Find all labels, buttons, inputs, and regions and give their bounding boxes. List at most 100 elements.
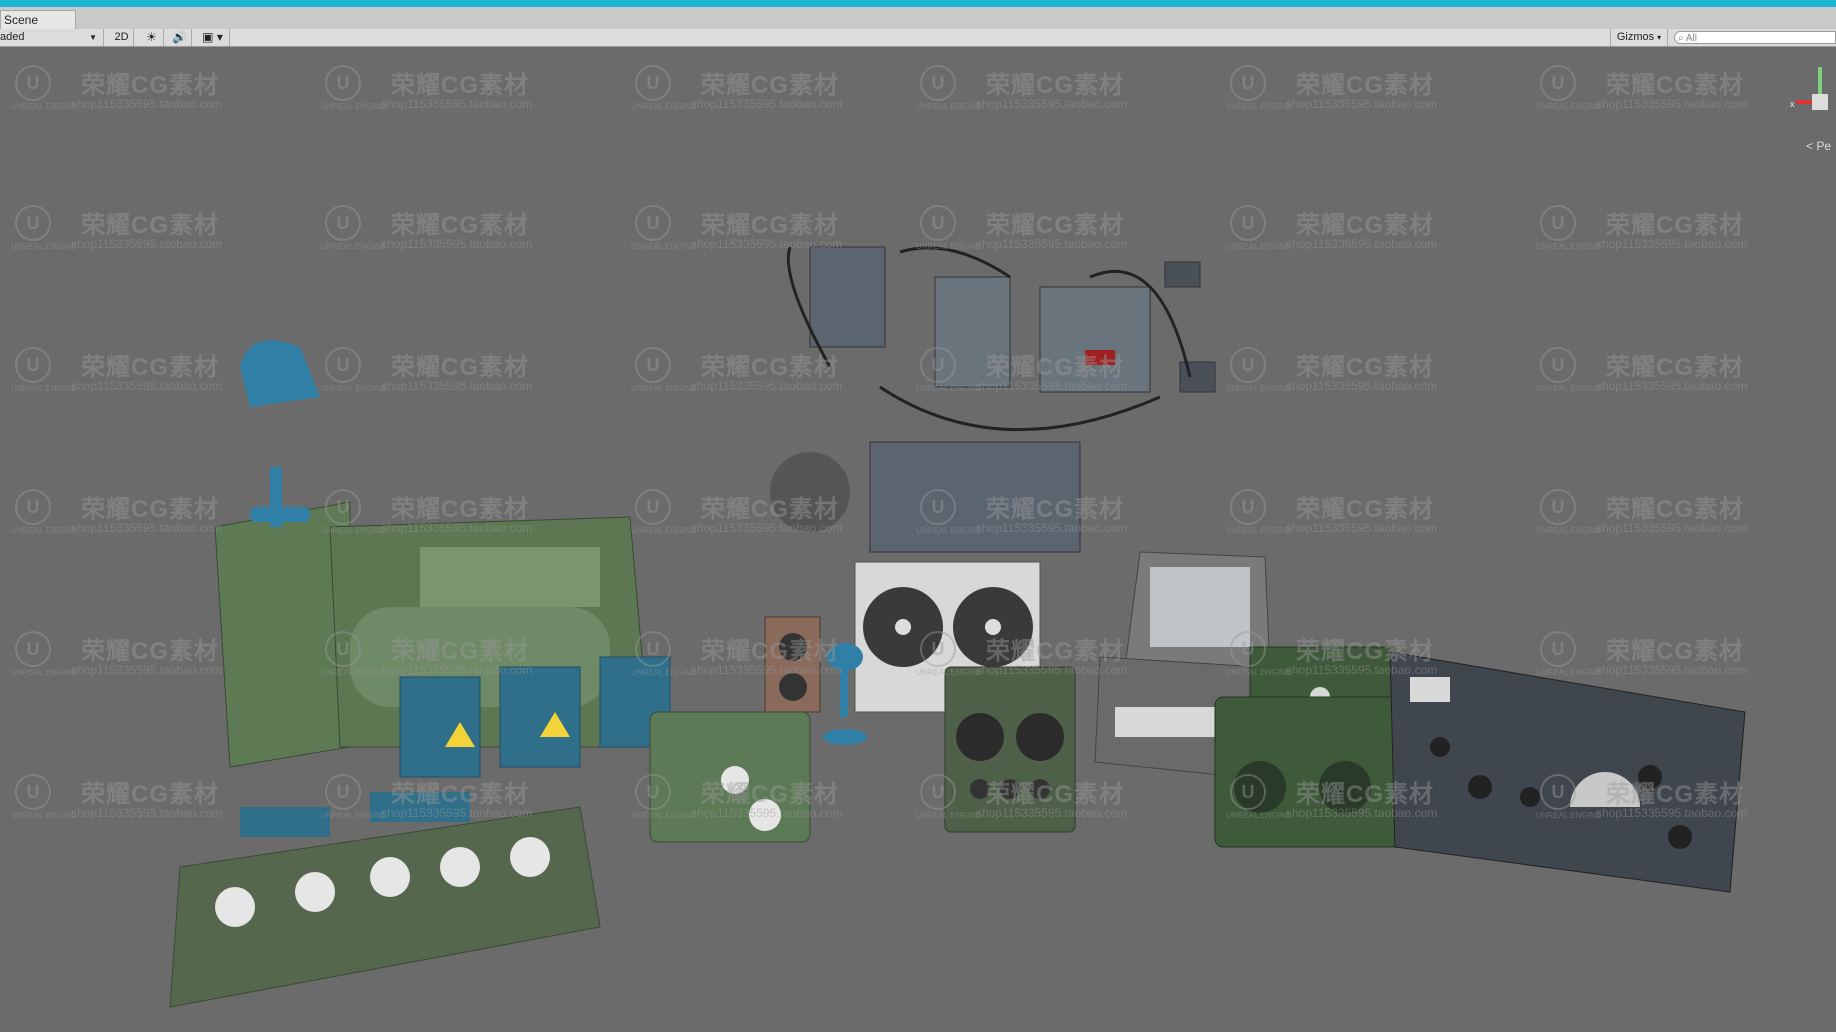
watermark-title: 荣耀CG素材	[701, 496, 839, 523]
unreal-logo-icon: U	[1230, 489, 1266, 525]
watermark-url: shop115335595.taobao.com	[1596, 521, 1748, 535]
effects-dropdown-icon[interactable]: ▣ ▾	[196, 29, 230, 46]
unreal-logo-icon: U	[15, 347, 51, 383]
watermark-title: 荣耀CG素材	[701, 354, 839, 381]
watermark-url: shop115335595.taobao.com	[381, 663, 533, 677]
watermark-title: 荣耀CG素材	[391, 781, 529, 808]
unreal-logo-icon: U	[635, 774, 671, 810]
watermark: U UNREAL ENGINE 荣耀CG素材 shop115335595.taobao…	[916, 347, 1180, 407]
lighting-toggle-icon[interactable]: ☀	[140, 29, 164, 46]
watermark-brand: UNREAL ENGINE	[1536, 102, 1602, 111]
watermark-title: 荣耀CG素材	[986, 496, 1124, 523]
gizmos-dropdown[interactable]: Gizmos ▾	[1610, 29, 1668, 46]
watermark-url: shop115335595.taobao.com	[381, 97, 533, 111]
dropdown-arrow-icon: ▾	[1657, 33, 1662, 42]
watermark-title: 荣耀CG素材	[986, 781, 1124, 808]
watermark-title: 荣耀CG素材	[81, 72, 219, 99]
tab-scene[interactable]: Scene	[0, 10, 76, 29]
watermark: U UNREAL ENGINE 荣耀CG素材 shop115335595.taobao…	[1226, 65, 1490, 125]
watermark-url: shop115335595.taobao.com	[976, 237, 1128, 251]
unreal-logo-icon: U	[635, 631, 671, 667]
watermark: U UNREAL ENGINE 荣耀CG素材 shop115335595.taobao…	[1226, 205, 1490, 265]
watermark: U UNREAL ENGINE 荣耀CG素材 shop115335595.taobao…	[321, 205, 585, 265]
watermark-title: 荣耀CG素材	[391, 72, 529, 99]
watermark-brand: UNREAL ENGINE	[916, 811, 982, 820]
watermark-url: shop115335595.taobao.com	[381, 379, 533, 393]
watermark-brand: UNREAL ENGINE	[11, 526, 77, 535]
watermark: U UNREAL ENGINE 荣耀CG素材 shop115335595.taobao…	[11, 631, 275, 691]
unreal-logo-icon: U	[1540, 65, 1576, 101]
watermark-title: 荣耀CG素材	[391, 638, 529, 665]
watermark-brand: UNREAL ENGINE	[1536, 384, 1602, 393]
watermark: U UNREAL ENGINE 荣耀CG素材 shop115335595.taobao…	[916, 65, 1180, 125]
unreal-logo-icon: U	[920, 631, 956, 667]
orientation-gizmo[interactable]: x	[1790, 57, 1836, 137]
watermark: U UNREAL ENGINE 荣耀CG素材 shop115335595.taobao…	[1226, 347, 1490, 407]
watermark-brand: UNREAL ENGINE	[631, 384, 697, 393]
shading-mode-label: aded	[0, 31, 25, 43]
watermark-url: shop115335595.taobao.com	[381, 237, 533, 251]
unreal-logo-icon: U	[325, 205, 361, 241]
watermark-brand: UNREAL ENGINE	[321, 526, 387, 535]
watermark-title: 荣耀CG素材	[81, 354, 219, 381]
watermark-brand: UNREAL ENGINE	[321, 242, 387, 251]
watermark-brand: UNREAL ENGINE	[1536, 526, 1602, 535]
watermark: U UNREAL ENGINE 荣耀CG素材 shop115335595.taobao…	[631, 631, 895, 691]
watermark-brand: UNREAL ENGINE	[916, 242, 982, 251]
watermark: U UNREAL ENGINE 荣耀CG素材 shop115335595.taobao…	[1536, 347, 1800, 407]
watermark: U UNREAL ENGINE 荣耀CG素材 shop115335595.taobao…	[11, 65, 275, 125]
watermark-brand: UNREAL ENGINE	[631, 102, 697, 111]
watermark-title: 荣耀CG素材	[1296, 781, 1434, 808]
watermark-url: shop115335595.taobao.com	[1286, 806, 1438, 820]
watermark-brand: UNREAL ENGINE	[1226, 811, 1292, 820]
watermark-title: 荣耀CG素材	[701, 72, 839, 99]
watermark-title: 荣耀CG素材	[81, 496, 219, 523]
audio-toggle-icon[interactable]: 🔊	[168, 29, 192, 46]
perspective-label[interactable]: < Pe	[1806, 139, 1831, 153]
unreal-logo-icon: U	[1540, 774, 1576, 810]
watermark: U UNREAL ENGINE 荣耀CG素材 shop115335595.taobao…	[321, 631, 585, 691]
unreal-logo-icon: U	[15, 774, 51, 810]
unreal-logo-icon: U	[325, 774, 361, 810]
watermark-title: 荣耀CG素材	[391, 212, 529, 239]
watermark-url: shop115335595.taobao.com	[1286, 521, 1438, 535]
shading-mode-dropdown[interactable]: aded ▼	[0, 29, 104, 46]
tab-row: Scene	[0, 7, 1836, 30]
watermark-url: shop115335595.taobao.com	[71, 806, 223, 820]
watermark-title: 荣耀CG素材	[1606, 212, 1744, 239]
watermark-brand: UNREAL ENGINE	[1536, 242, 1602, 251]
watermark-title: 荣耀CG素材	[1606, 496, 1744, 523]
scene-viewport[interactable]: U UNREAL ENGINE 荣耀CG素材 shop115335595.taobao…	[0, 47, 1836, 1032]
unreal-logo-icon: U	[1230, 347, 1266, 383]
scene-search-input[interactable]: ⌕ All	[1674, 31, 1836, 44]
watermark-title: 荣耀CG素材	[1606, 354, 1744, 381]
watermark-title: 荣耀CG素材	[986, 72, 1124, 99]
unreal-logo-icon: U	[325, 347, 361, 383]
watermark: U UNREAL ENGINE 荣耀CG素材 shop115335595.taobao…	[916, 205, 1180, 265]
unreal-logo-icon: U	[325, 489, 361, 525]
watermark-brand: UNREAL ENGINE	[1226, 526, 1292, 535]
2d-toggle-button[interactable]: 2D	[110, 29, 134, 46]
watermark-brand: UNREAL ENGINE	[11, 668, 77, 677]
watermark-url: shop115335595.taobao.com	[691, 237, 843, 251]
gizmos-label: Gizmos	[1616, 31, 1655, 43]
watermark-url: shop115335595.taobao.com	[691, 521, 843, 535]
watermark-brand: UNREAL ENGINE	[916, 526, 982, 535]
watermark: U UNREAL ENGINE 荣耀CG素材 shop115335595.taobao…	[11, 347, 275, 407]
watermark-title: 荣耀CG素材	[81, 212, 219, 239]
watermark-brand: UNREAL ENGINE	[11, 811, 77, 820]
unreal-logo-icon: U	[1230, 774, 1266, 810]
watermark-url: shop115335595.taobao.com	[976, 379, 1128, 393]
unreal-logo-icon: U	[920, 774, 956, 810]
watermark: U UNREAL ENGINE 荣耀CG素材 shop115335595.taobao…	[631, 489, 895, 549]
dropdown-arrow-icon: ▼	[89, 33, 97, 42]
watermark-url: shop115335595.taobao.com	[381, 521, 533, 535]
watermark-brand: UNREAL ENGINE	[1226, 242, 1292, 251]
unreal-logo-icon: U	[1230, 205, 1266, 241]
watermark-brand: UNREAL ENGINE	[916, 668, 982, 677]
watermark-url: shop115335595.taobao.com	[976, 663, 1128, 677]
watermark-brand: UNREAL ENGINE	[631, 668, 697, 677]
unreal-logo-icon: U	[1230, 631, 1266, 667]
watermark-url: shop115335595.taobao.com	[691, 379, 843, 393]
watermark-url: shop115335595.taobao.com	[1286, 379, 1438, 393]
